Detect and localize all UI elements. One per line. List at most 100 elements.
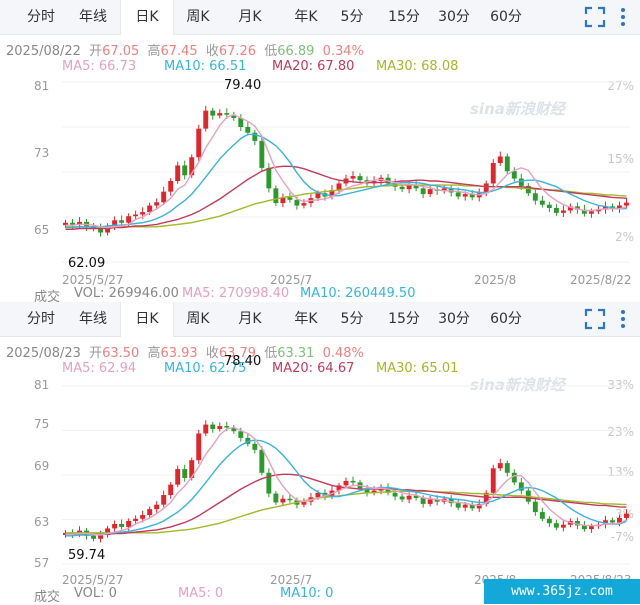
candle-body	[273, 188, 279, 204]
candle-body	[399, 186, 405, 190]
candle-body	[532, 501, 538, 513]
candle-body	[126, 520, 132, 527]
candle-body	[553, 523, 559, 528]
candle-body	[427, 189, 433, 195]
candle-body	[287, 498, 293, 501]
candle-body	[392, 492, 398, 497]
max-price-annotation: 78.40	[224, 354, 262, 369]
candle-body	[553, 208, 559, 213]
candle-body	[560, 210, 566, 213]
candle-body	[420, 188, 426, 195]
x-tick-label: 2025/8	[474, 273, 517, 287]
x-tick-label: 2025/7	[270, 273, 313, 287]
candle-body	[511, 171, 517, 179]
x-tick-label: 2025/5/27	[62, 273, 124, 287]
min-price-annotation: 62.09	[68, 256, 106, 271]
candle-body	[546, 518, 552, 524]
candle-body	[588, 211, 594, 214]
candle-body	[245, 127, 251, 133]
candle-body	[217, 113, 223, 116]
volume-label: 成交	[34, 590, 61, 605]
candle-body	[287, 197, 293, 200]
candle-body	[350, 480, 356, 483]
min-price-annotation: 59.74	[68, 548, 106, 563]
candle-body	[119, 220, 125, 223]
candle-body	[357, 176, 363, 181]
candle-body	[455, 192, 461, 197]
volume-ma5: MA5: 0	[178, 586, 224, 601]
candle-body	[350, 176, 356, 179]
candle-body	[266, 167, 272, 189]
x-tick-label: 2025/8/22	[570, 273, 632, 287]
candle-body	[259, 140, 265, 168]
volume-value: VOL: 269946.00	[74, 286, 179, 301]
candle-body	[259, 449, 265, 473]
candle-body	[140, 515, 146, 519]
candle-body	[126, 216, 132, 223]
candle-body	[343, 480, 349, 486]
kline-panel-2: 分时 年线 日K 周K 月K 年K 5分 15分 30分 60分 2025/08…	[0, 302, 640, 605]
site-watermark-badge: www.365jz.com	[484, 579, 640, 604]
candle-body	[455, 503, 461, 508]
candle-body	[133, 214, 139, 217]
candle-body	[210, 110, 216, 116]
candle-body	[252, 443, 258, 450]
kline-panel-1: 分时 年线 日K 周K 月K 年K 5分 15分 30分 60分 2025/08…	[0, 0, 640, 305]
candle-body	[224, 426, 230, 428]
candle-body	[154, 504, 160, 510]
candle-body	[588, 526, 594, 530]
candle-body	[462, 194, 468, 197]
candle-body	[175, 469, 181, 485]
volume-ma5: MA5: 270998.40	[182, 286, 290, 301]
candle-body	[112, 523, 118, 529]
candle-body	[497, 463, 503, 469]
candle-body	[518, 178, 524, 186]
candle-body	[539, 512, 545, 519]
candle-body	[504, 463, 510, 473]
candle-body	[336, 183, 342, 190]
candle-body	[91, 535, 97, 539]
candle-body	[175, 165, 181, 181]
x-tick-label: 2025/7	[270, 573, 313, 587]
candle-body	[210, 424, 216, 430]
candle-body	[462, 504, 468, 508]
candle-body	[182, 165, 188, 176]
candle-body	[280, 498, 286, 503]
candle-body	[168, 181, 174, 192]
candle-body	[147, 509, 153, 516]
max-price-annotation: 79.40	[224, 78, 262, 93]
candle-body	[504, 156, 510, 172]
candle-body	[196, 433, 202, 461]
candle-body	[301, 203, 307, 206]
x-tick-label: 2025/5/27	[62, 573, 124, 587]
candle-body	[624, 513, 629, 519]
candle-body	[546, 204, 552, 208]
volume-info: 成交 VOL: 269946.00 MA5: 270998.40 MA10: 2…	[0, 286, 640, 305]
volume-ma10: MA10: 260449.50	[300, 286, 416, 301]
volume-value: VOL: 0	[74, 586, 117, 601]
candle-body	[532, 193, 538, 201]
candle-body	[196, 128, 202, 158]
candle-body	[119, 523, 125, 527]
candle-body	[610, 520, 615, 523]
candle-body	[203, 110, 209, 129]
candle-body	[147, 205, 153, 213]
candle-body	[224, 113, 230, 115]
candle-body	[294, 199, 300, 206]
candle-body	[560, 524, 566, 528]
candle-body	[140, 212, 146, 215]
candle-body	[203, 424, 209, 434]
candle-body	[182, 469, 188, 478]
candle-body	[490, 468, 496, 493]
candle-body	[406, 495, 412, 500]
candle-body	[217, 426, 223, 430]
candle-body	[315, 193, 321, 199]
candle-body	[539, 200, 545, 205]
candle-body	[154, 202, 160, 206]
candle-body	[490, 163, 496, 184]
candle-body	[161, 191, 167, 203]
volume-ma10: MA10: 0	[280, 586, 334, 601]
candle-body	[273, 493, 279, 503]
candle-body	[133, 518, 139, 521]
candle-body	[420, 497, 426, 504]
